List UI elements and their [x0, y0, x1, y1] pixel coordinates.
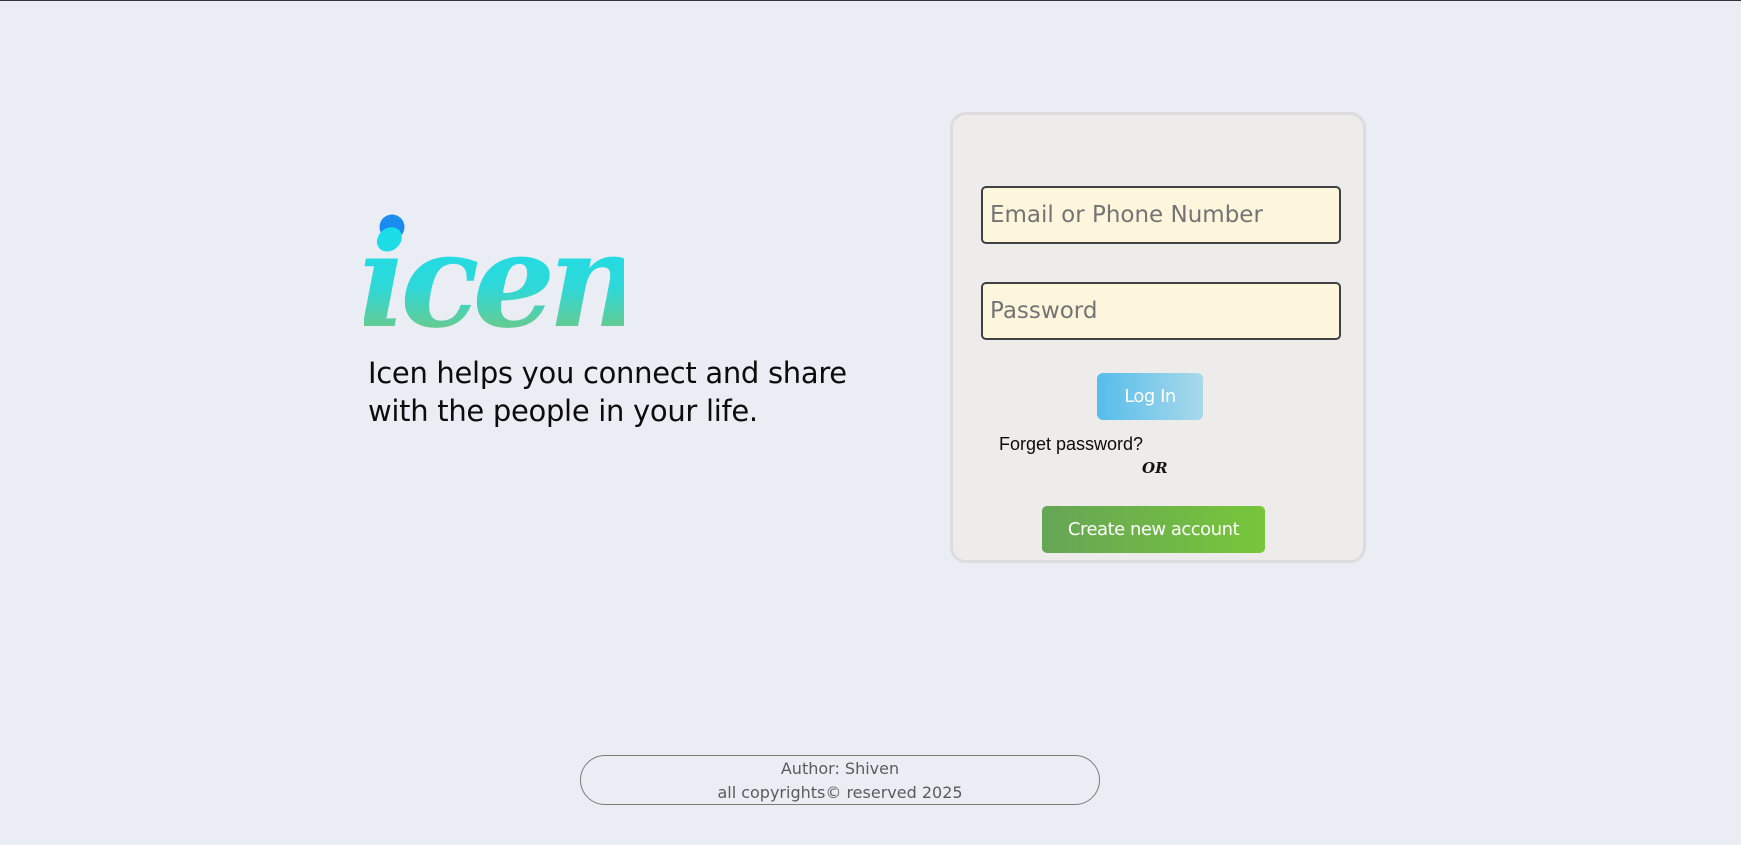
- login-card: Log In Forget password? OR Create new ac…: [950, 112, 1366, 563]
- create-account-button[interactable]: Create new account: [1042, 506, 1265, 553]
- logo-wordmark: icen: [364, 204, 624, 335]
- footer: Author: Shiven all copyrights© reserved …: [580, 755, 1100, 805]
- email-field[interactable]: [981, 186, 1341, 244]
- tagline: Icen helps you connect and share with th…: [368, 354, 848, 430]
- password-field[interactable]: [981, 282, 1341, 340]
- brand-logo: icen: [364, 195, 624, 335]
- footer-author: Author: Shiven: [780, 759, 900, 778]
- or-divider: OR: [1142, 459, 1168, 477]
- forgot-password-link[interactable]: Forget password?: [999, 434, 1143, 455]
- icen-logo-graphic: icen: [364, 204, 624, 335]
- tagline-line-1: Icen helps you connect and share: [368, 356, 847, 390]
- tagline-line-2: with the people in your life.: [368, 394, 758, 428]
- footer-copyright: all copyrights© reserved 2025: [717, 783, 963, 802]
- top-border-line: [0, 0, 1741, 1]
- login-button[interactable]: Log In: [1097, 373, 1203, 420]
